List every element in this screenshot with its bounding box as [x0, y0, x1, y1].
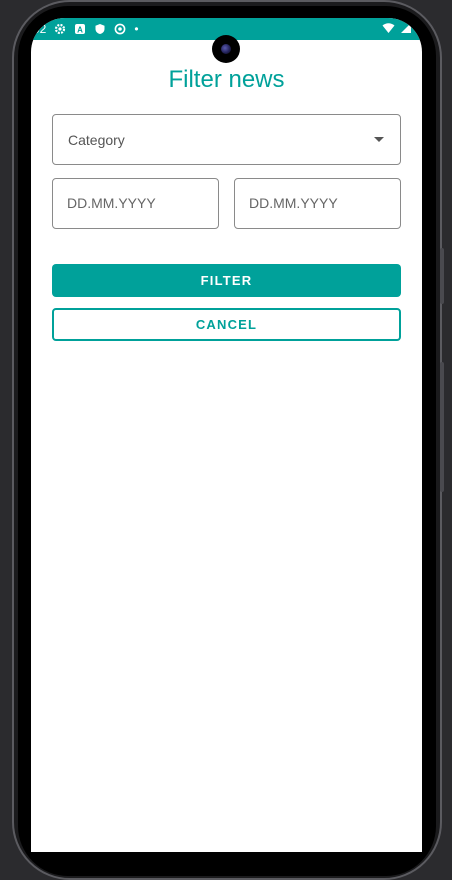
- filter-button[interactable]: FILTER: [52, 264, 401, 297]
- date-to-field[interactable]: [234, 178, 401, 229]
- a-icon: A: [74, 23, 86, 35]
- gear-icon: [54, 23, 66, 35]
- status-dot: •: [134, 22, 139, 36]
- front-camera: [212, 35, 240, 63]
- at-icon: [114, 23, 126, 35]
- category-select[interactable]: Category: [52, 114, 401, 165]
- status-time: 02: [33, 22, 47, 36]
- screen: 02 A • Filter news Category DD.MM.YYYY D…: [31, 18, 422, 852]
- phone-side-button: [440, 248, 444, 304]
- date-from-input[interactable]: [67, 195, 207, 211]
- shield-icon: [94, 23, 106, 35]
- status-left: 02 A •: [33, 22, 139, 36]
- date-to-input[interactable]: [249, 195, 389, 211]
- signal-icon: [400, 22, 412, 34]
- camera-lens: [221, 44, 231, 54]
- page-title: Filter news: [168, 66, 285, 93]
- phone-side-button: [440, 362, 444, 492]
- date-from-field[interactable]: [52, 178, 219, 229]
- cancel-button[interactable]: CANCEL: [52, 308, 401, 341]
- svg-text:A: A: [77, 25, 83, 34]
- wifi-icon: [382, 22, 395, 34]
- status-right: [382, 22, 412, 34]
- category-label: Category: [68, 132, 125, 148]
- dropdown-arrow-icon[interactable]: [374, 137, 384, 142]
